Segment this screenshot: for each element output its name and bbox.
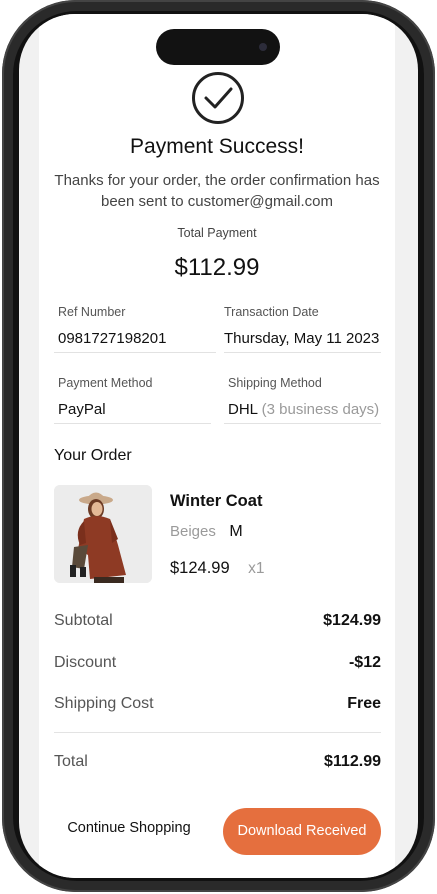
transaction-date-underline [224, 352, 381, 353]
total-payment-amount: $112.99 [174, 254, 260, 281]
your-order-title: Your Order [54, 447, 132, 464]
shipping-method-value: DHL (3 business days) [228, 401, 379, 418]
product-variant: Beiges M [170, 523, 243, 541]
transaction-date-label: Transaction Date [224, 305, 319, 319]
page-title: Payment Success! [130, 135, 304, 158]
winter-coat-photo [54, 485, 152, 583]
dynamic-island [156, 29, 280, 65]
ref-number-underline [54, 352, 216, 353]
transaction-date-value: Thursday, May 11 2023 [224, 330, 380, 347]
confirmation-message: Thanks for your order, the order confirm… [54, 172, 380, 210]
total-payment-label: Total Payment [177, 226, 257, 240]
download-received-button[interactable]: Download Received [223, 808, 381, 855]
payment-method-label: Payment Method [58, 376, 153, 390]
total-label: Total [54, 753, 88, 770]
check-circle-icon [192, 72, 244, 124]
subtotal-label: Subtotal [54, 612, 113, 629]
shipping-cost-label: Shipping Cost [54, 695, 154, 712]
shipping-method-underline [224, 423, 381, 424]
total-value: $112.99 [324, 753, 381, 770]
shipping-carrier: DHL [228, 401, 258, 418]
discount-value: -$12 [348, 654, 381, 671]
product-price-row: $124.99 x1 [170, 559, 264, 578]
shipping-duration: (3 business days) [261, 401, 380, 418]
product-price: $124.99 [170, 559, 230, 577]
ref-number-label: Ref Number [58, 305, 126, 319]
screen: Payment Success! Thanks for your order, … [19, 14, 418, 878]
ref-number-value: 0981727198201 [58, 330, 167, 347]
payment-method-underline [54, 423, 211, 424]
product-name: Winter Coat [170, 492, 263, 510]
product-size: M [229, 523, 243, 540]
product-quantity: x1 [248, 560, 265, 577]
product-color: Beiges [170, 523, 216, 540]
continue-shopping-button[interactable]: Continue Shopping [55, 820, 203, 844]
product-image [54, 485, 152, 583]
subtotal-value: $124.99 [323, 612, 381, 629]
camera-icon [259, 43, 267, 51]
summary-divider [54, 732, 381, 733]
payment-method-value: PayPal [58, 401, 106, 418]
shipping-cost-value: Free [347, 695, 381, 712]
discount-label: Discount [54, 654, 117, 671]
shipping-method-label: Shipping Method [228, 376, 322, 390]
